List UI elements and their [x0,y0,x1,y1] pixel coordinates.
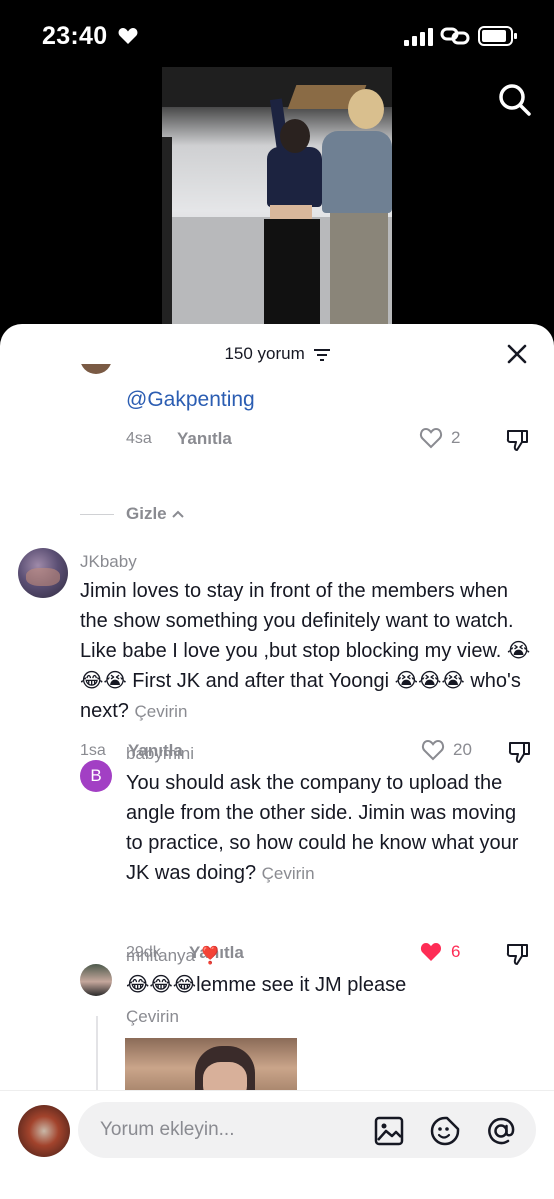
like-count: 2 [451,428,461,447]
at-icon[interactable] [486,1116,516,1146]
comment-username[interactable]: mnitanya ❣️ [126,946,221,966]
avatar[interactable] [80,364,112,374]
video-person-1-head [280,119,310,153]
image-face [203,1062,247,1092]
like-icon [421,739,445,761]
battery-icon [478,26,517,46]
avatar[interactable]: B [80,760,112,792]
divider [80,513,114,515]
dislike-icon[interactable] [505,427,531,453]
comment-count[interactable]: 150 yorum [0,344,554,364]
like-button[interactable]: 6 [419,941,460,963]
comment-input[interactable] [78,1102,536,1158]
comment-text: You should ask the company to upload the… [126,772,519,884]
comment-username[interactable]: JKbaby [80,552,137,572]
comment-body: Jimin loves to stay in front of the memb… [80,576,540,727]
status-time: 23:40 [42,22,108,50]
comment-body: You should ask the company to upload the… [126,768,536,889]
translate-button[interactable]: Çevirin [262,864,315,883]
video-preview[interactable] [162,67,392,329]
close-icon[interactable] [506,343,528,365]
heart-icon [118,28,138,44]
comment-image[interactable] [125,1038,297,1092]
comment-input-bar [0,1090,554,1199]
translate-button[interactable]: Çevirin [135,702,188,721]
filter-icon[interactable] [313,348,330,361]
signal-icon [404,28,433,46]
like-button[interactable]: 20 [421,739,472,761]
comments-list: @Gakpenting 4sa Yanıtla 2 Gizle JKbaby J… [0,364,554,1092]
thread-line [96,1016,98,1092]
my-avatar[interactable] [18,1105,70,1157]
video-person-2 [322,131,392,213]
search-icon[interactable] [498,83,532,117]
username-emoji: ❣️ [199,946,221,966]
comment-time: 1sa [80,742,106,759]
like-button[interactable]: 2 [419,427,460,449]
status-bar: 23:40 [0,0,554,70]
like-count: 6 [451,942,461,961]
video-person-2-head [348,89,384,129]
chevron-up-icon [171,510,184,518]
hide-label: Gizle [126,504,167,523]
comment-count-label: 150 yorum [224,344,305,363]
dislike-icon[interactable] [507,739,533,765]
comment-time: 4sa [126,430,152,447]
mention-link[interactable]: @Gakpenting [126,388,255,412]
avatar[interactable] [80,964,112,996]
comments-sheet: 150 yorum @Gakpenting 4sa Yanıtla 2 Gizl… [0,324,554,1199]
comment-username[interactable]: babymini [126,744,194,764]
comment-text: Jimin loves to stay in front of the memb… [80,580,531,722]
video-person-1 [267,147,322,207]
hide-replies-button[interactable]: Gizle [80,504,185,524]
like-icon [419,427,443,449]
translate-button[interactable]: Çevirin [126,1007,179,1027]
like-count: 20 [453,740,472,759]
video-person-1-legs [264,219,320,329]
username-text: mnitanya [126,946,195,965]
video-person-edge [162,137,172,327]
image-icon[interactable] [374,1116,404,1146]
video-person-2-legs [330,212,388,329]
comment-text: 😂😂😂lemme see it JM please [126,974,407,996]
sticker-icon[interactable] [430,1116,460,1146]
liked-heart-icon [420,943,442,961]
avatar[interactable] [18,548,68,598]
reply-button[interactable]: Yanıtla [177,429,232,449]
link-icon [440,27,470,45]
dislike-icon[interactable] [505,941,531,967]
